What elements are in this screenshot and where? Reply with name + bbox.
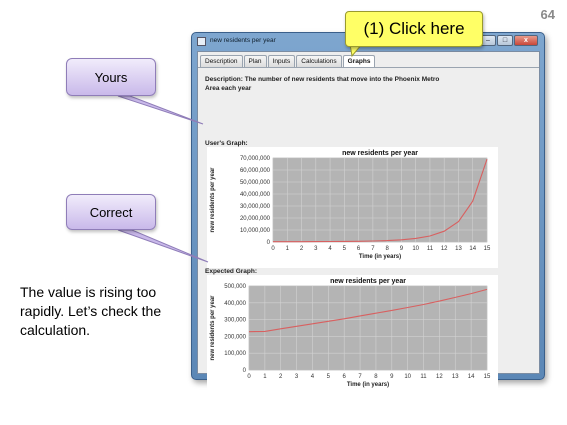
expected-graph-svg: new residents per year0 1 2 3 4 5 6 7 8 9 10 11 12 13… <box>210 278 491 388</box>
x-tick-label: 0 <box>247 374 251 380</box>
window-controls: – □ x <box>480 35 538 46</box>
explanation-note: The value is rising too rapidly. Let’s c… <box>20 284 162 338</box>
tab-description[interactable]: Description <box>200 55 243 67</box>
x-tick-label: 7 <box>371 246 375 252</box>
y-tick-label: 400,000 <box>224 301 246 307</box>
x-tick-label: 11 <box>427 246 434 252</box>
x-tick-label: 15 <box>484 374 491 380</box>
x-tick-label: 1 <box>263 374 267 380</box>
tab-calculations[interactable]: Calculations <box>296 55 342 67</box>
users-graph-label: User's Graph: <box>205 140 248 147</box>
y-tick-label: 30,000,000 <box>240 204 271 210</box>
x-axis-label: Time (in years) <box>347 382 389 388</box>
app-icon <box>197 37 206 46</box>
click-here-callout: (1) Click here <box>345 11 483 47</box>
x-tick-label: 8 <box>385 246 389 252</box>
slide-number: 64 <box>540 7 555 22</box>
description-text: Description: The number of new residents… <box>205 75 505 93</box>
x-tick-label: 4 <box>328 246 332 252</box>
x-tick-label: 12 <box>436 374 443 380</box>
x-tick-label: 2 <box>279 374 283 380</box>
correct-callout: Correct <box>66 194 156 230</box>
x-tick-label: 9 <box>400 246 404 252</box>
y-tick-label: 60,000,000 <box>240 168 271 174</box>
close-button[interactable]: x <box>514 35 538 46</box>
x-tick-label: 2 <box>300 246 304 252</box>
description-line-2: Area each year <box>205 85 252 92</box>
x-tick-label: 6 <box>343 374 347 380</box>
x-tick-label: 11 <box>420 374 427 380</box>
maximize-button[interactable]: □ <box>497 35 513 46</box>
y-tick-label: 0 <box>267 240 271 246</box>
y-tick-label: 300,000 <box>224 318 246 324</box>
plot-area <box>272 157 488 243</box>
x-tick-label: 4 <box>311 374 315 380</box>
app-window: new residents per year – □ x Description… <box>191 32 545 396</box>
y-tick-label: 40,000,000 <box>240 192 271 198</box>
users-graph: new residents per year 0 1 2 3 4 5 6 7 8 9 10 11 12 13… <box>207 147 498 268</box>
x-tick-label: 0 <box>271 246 275 252</box>
window-content: Description Plan Inputs Calculations Gra… <box>197 51 540 396</box>
y-tick-label: 200,000 <box>224 334 246 340</box>
x-tick-label: 13 <box>452 374 459 380</box>
x-tick-label: 3 <box>314 246 318 252</box>
x-tick-label: 10 <box>404 374 411 380</box>
tab-plan[interactable]: Plan <box>243 55 267 67</box>
tab-divider <box>198 67 539 68</box>
description-line-1: Description: The number of new residents… <box>205 76 440 83</box>
chart-title: new residents per year <box>342 150 418 157</box>
y-tick-label: 50,000,000 <box>240 180 271 186</box>
x-tick-label: 14 <box>469 246 476 252</box>
x-tick-label: 5 <box>327 374 331 380</box>
x-tick-label: 1 <box>286 246 290 252</box>
expected-graph-label: Expected Graph: <box>205 268 258 275</box>
expected-graph: new residents per year 0 1 2 3 4 5 6 7 8 9 10 11 12 13… <box>207 275 498 396</box>
x-tick-label: 5 <box>343 246 347 252</box>
yours-callout: Yours <box>66 58 156 96</box>
tab-inputs[interactable]: Inputs <box>267 55 296 67</box>
y-tick-label: 10,000,000 <box>240 228 271 234</box>
y-axis-label: new residents per year <box>210 167 216 233</box>
x-axis-label: Time (in years) <box>359 254 401 260</box>
tab-graphs[interactable]: Graphs <box>342 55 376 67</box>
x-tick-label: 6 <box>357 246 361 252</box>
y-axis-label: new residents per year <box>210 295 216 361</box>
x-tick-label: 14 <box>468 374 475 380</box>
y-tick-label: 20,000,000 <box>240 216 271 222</box>
x-tick-label: 7 <box>358 374 362 380</box>
window-title: new residents per year <box>210 37 276 44</box>
y-tick-label: 100,000 <box>224 351 246 357</box>
x-tick-label: 3 <box>295 374 299 380</box>
x-tick-label: 13 <box>455 246 462 252</box>
x-tick-label: 10 <box>412 246 419 252</box>
users-graph-svg: new residents per year0 1 2 3 4 5 6 7 8 9 10 11 12 13… <box>210 150 491 260</box>
x-tick-label: 15 <box>484 246 491 252</box>
tab-bar: Description Plan Inputs Calculations Gra… <box>200 55 376 67</box>
chart-title: new residents per year <box>330 278 406 285</box>
y-tick-label: 70,000,000 <box>240 156 271 162</box>
x-tick-label: 12 <box>441 246 448 252</box>
y-tick-label: 0 <box>243 368 247 374</box>
y-tick-label: 500,000 <box>224 284 246 290</box>
x-tick-label: 9 <box>390 374 394 380</box>
x-tick-label: 8 <box>374 374 378 380</box>
